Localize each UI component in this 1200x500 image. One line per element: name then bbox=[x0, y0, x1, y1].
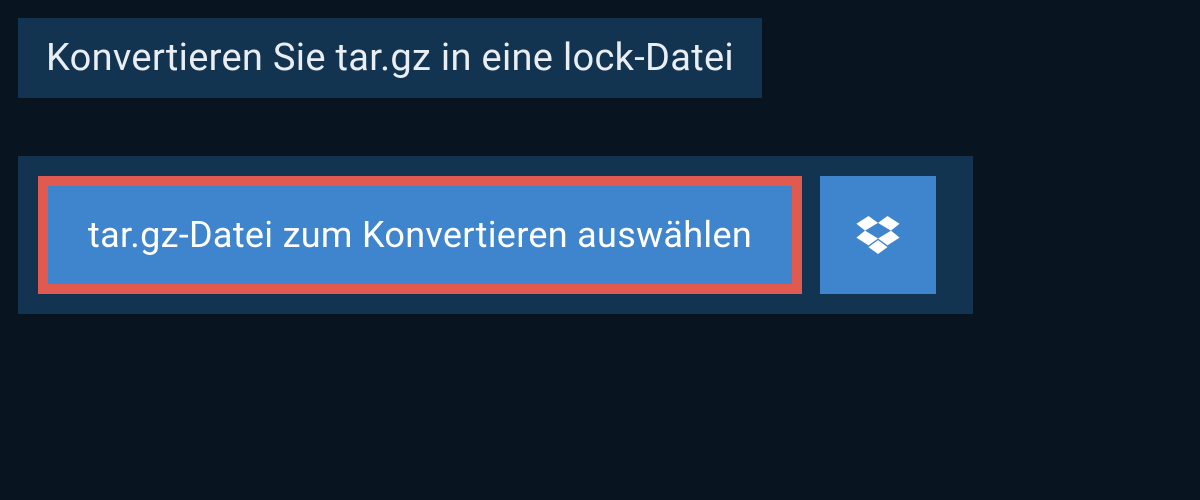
action-row: tar.gz-Datei zum Konvertieren auswählen bbox=[18, 156, 973, 314]
select-file-button[interactable]: tar.gz-Datei zum Konvertieren auswählen bbox=[38, 176, 802, 294]
select-file-label: tar.gz-Datei zum Konvertieren auswählen bbox=[88, 214, 752, 256]
converter-panel: Konvertieren Sie tar.gz in eine lock-Dat… bbox=[0, 0, 1200, 314]
dropbox-icon bbox=[856, 216, 900, 254]
page-title: Konvertieren Sie tar.gz in eine lock-Dat… bbox=[46, 36, 734, 80]
dropbox-button[interactable] bbox=[820, 176, 936, 294]
header-bar: Konvertieren Sie tar.gz in eine lock-Dat… bbox=[18, 18, 762, 98]
